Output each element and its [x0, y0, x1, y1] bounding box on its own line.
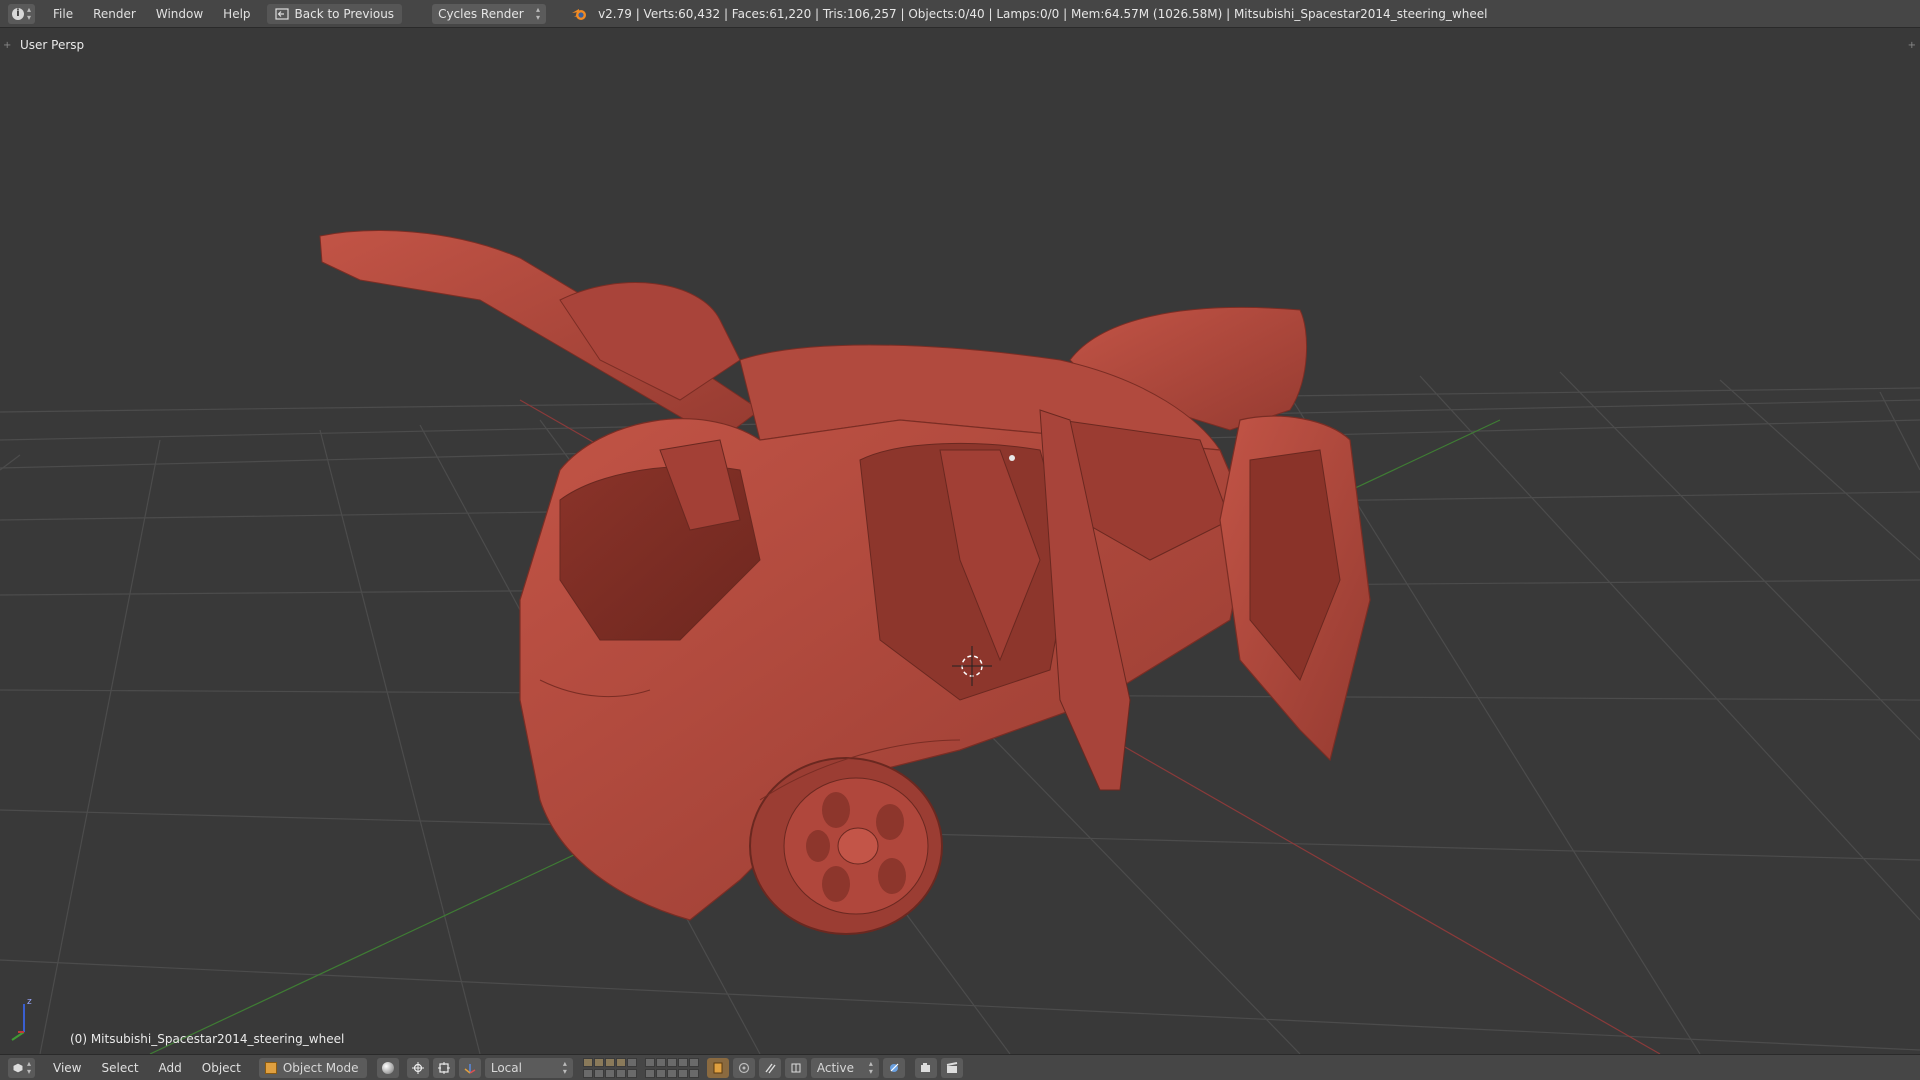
3d-viewport[interactable]: z + + User Persp (0) Mitsubishi_Spacesta…	[0, 28, 1920, 1054]
layer-toggle[interactable]	[644, 1057, 655, 1067]
layer-toggle[interactable]	[604, 1057, 615, 1067]
layer-toggle[interactable]	[582, 1057, 593, 1067]
info-header: i ▴ ▾ File Render Window Help Back to Pre…	[0, 0, 1920, 28]
menu-file[interactable]: File	[43, 7, 83, 21]
editor-type-button[interactable]: i ▴ ▾	[8, 3, 36, 24]
snap-element-select[interactable]	[784, 1057, 807, 1078]
view-label: User Persp	[20, 38, 85, 52]
lock-camera-layers-toggle[interactable]	[706, 1057, 729, 1078]
chevron-updown-icon: ▴ ▾	[536, 4, 541, 22]
interaction-mode-select[interactable]: Object Mode	[258, 1057, 367, 1078]
blender-logo-icon	[572, 8, 587, 20]
chevron-updown-icon: ▴ ▾	[27, 1058, 32, 1076]
menu-render[interactable]: Render	[83, 7, 146, 21]
transform-orientation-select[interactable]: Local ▴ ▾	[484, 1057, 573, 1078]
interaction-mode-value: Object Mode	[282, 1060, 359, 1075]
snap-increment-icon	[791, 1063, 801, 1072]
layer-toggle[interactable]	[626, 1057, 637, 1067]
layer-toggle[interactable]	[655, 1057, 666, 1067]
top-menu: File Render Window Help	[43, 7, 261, 21]
layer-toggle[interactable]	[626, 1068, 637, 1078]
active-object-label: (0) Mitsubishi_Spacestar2014_steering_wh…	[70, 1032, 345, 1046]
layer-toggle[interactable]	[688, 1057, 699, 1067]
menu-help[interactable]: Help	[213, 7, 260, 21]
axis-arrows-icon	[464, 1063, 476, 1074]
opengl-render-image-button[interactable]	[914, 1057, 937, 1078]
scene-stats: v2.79 | Verts:60,432 | Faces:61,220 | Tr…	[598, 6, 1488, 21]
object-mode-icon	[264, 1061, 277, 1074]
magnet-icon	[765, 1063, 776, 1073]
transform-orientation-icon-button[interactable]	[458, 1057, 481, 1078]
screen-back-icon	[274, 7, 289, 20]
opengl-render-animation-button[interactable]	[940, 1057, 963, 1078]
scene-layers[interactable]	[582, 1057, 637, 1078]
transform-orientation-value: Local	[490, 1060, 522, 1075]
layer-toggle[interactable]	[666, 1068, 677, 1078]
scene-layers-2[interactable]	[644, 1057, 699, 1078]
menu-window[interactable]: Window	[146, 7, 213, 21]
layer-toggle[interactable]	[593, 1068, 604, 1078]
proportional-edit-icon	[738, 1062, 749, 1073]
menu-object[interactable]: Object	[192, 1061, 251, 1075]
expand-properties-icon[interactable]: +	[1908, 40, 1916, 51]
info-icon: i	[12, 7, 24, 20]
opengl-render-active-viewport-button[interactable]	[882, 1057, 905, 1078]
chevron-updown-icon: ▴ ▾	[562, 1058, 567, 1076]
layer-toggle[interactable]	[655, 1068, 666, 1078]
layer-toggle[interactable]	[604, 1068, 615, 1078]
back-to-previous-label: Back to Previous	[294, 6, 395, 21]
layer-toggle[interactable]	[582, 1068, 593, 1078]
layer-toggle[interactable]	[688, 1068, 699, 1078]
layer-toggle[interactable]	[593, 1057, 604, 1067]
layer-toggle[interactable]	[644, 1068, 655, 1078]
expand-toolbar-icon[interactable]: +	[3, 40, 11, 51]
viewport-shading-select[interactable]	[376, 1057, 399, 1078]
transform-manipulator-toggle[interactable]	[432, 1057, 455, 1078]
chevron-updown-icon: ▴ ▾	[27, 4, 32, 22]
render-viewport-icon	[889, 1063, 899, 1072]
viewport-canvas[interactable]: z	[0, 28, 1920, 1054]
snap-target-value: Active	[816, 1060, 854, 1075]
axis-gizmo: z	[11, 997, 32, 1041]
back-to-previous-button[interactable]: Back to Previous	[266, 3, 403, 24]
proportional-edit-toggle[interactable]	[732, 1057, 755, 1078]
lock-layers-icon	[713, 1062, 723, 1073]
snap-toggle[interactable]	[758, 1057, 781, 1078]
menu-add[interactable]: Add	[149, 1061, 192, 1075]
render-engine-select[interactable]: Cycles Render ▴ ▾	[432, 3, 547, 24]
manipulator-icon	[437, 1061, 450, 1074]
menu-view[interactable]: View	[43, 1061, 91, 1075]
svg-text:z: z	[27, 997, 32, 1007]
snap-target-select[interactable]: Active ▴ ▾	[810, 1057, 879, 1078]
layer-toggle[interactable]	[677, 1057, 688, 1067]
car-model[interactable]	[319, 230, 1371, 935]
rear-wheel	[749, 757, 943, 935]
chevron-updown-icon: ▴ ▾	[868, 1058, 873, 1076]
layer-toggle[interactable]	[615, 1068, 626, 1078]
viewport-menu: View Select Add Object	[43, 1061, 251, 1075]
layer-toggle[interactable]	[666, 1057, 677, 1067]
solid-shading-icon	[381, 1061, 394, 1074]
layer-toggle[interactable]	[677, 1068, 688, 1078]
clapper-icon	[946, 1061, 958, 1073]
layer-toggle[interactable]	[615, 1057, 626, 1067]
camera-icon	[920, 1062, 930, 1072]
editor-type-button[interactable]: ▴ ▾	[8, 1057, 36, 1078]
pivot-icon	[411, 1061, 424, 1074]
menu-select[interactable]: Select	[92, 1061, 149, 1075]
render-engine-value: Cycles Render	[438, 6, 524, 21]
viewport-header: ▴ ▾ View Select Add Object Object Mode Lo…	[0, 1054, 1920, 1080]
pivot-point-select[interactable]	[406, 1057, 429, 1078]
cube-icon	[12, 1061, 24, 1074]
